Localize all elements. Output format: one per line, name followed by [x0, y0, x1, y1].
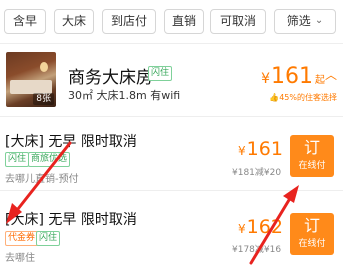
book-button[interactable]: 订 在线付: [290, 135, 334, 177]
filter-chip-bigbed[interactable]: 大床: [54, 9, 94, 34]
rate-price: ¥162: [238, 216, 283, 238]
filter-chip-pay-at-hotel[interactable]: 到店付: [102, 9, 156, 34]
rate-original-price: ¥178减¥16: [232, 245, 282, 255]
filter-chip-direct[interactable]: 直销: [164, 9, 204, 34]
book-button-sublabel: 在线付: [298, 161, 326, 171]
thumbs-up-icon: 👍: [269, 93, 280, 102]
rate-tag: 代金券: [5, 231, 39, 246]
chevron-up-icon[interactable]: ︿: [325, 66, 337, 83]
lamp-illustration: [40, 62, 48, 72]
bed-illustration: [10, 80, 52, 94]
rate-source: 去哪住: [5, 253, 35, 264]
photo-count: 8张: [33, 93, 54, 105]
room-price-value: 161: [271, 64, 313, 89]
room-stat: 👍45%的住客选择: [269, 92, 337, 103]
room-title[interactable]: 商务大床房: [68, 63, 153, 88]
filter-select-button[interactable]: 筛选 ⌄: [274, 9, 336, 34]
room-price: ¥161: [261, 64, 313, 89]
rate-original-price: ¥181减¥20: [232, 168, 282, 178]
currency-symbol: ¥: [261, 71, 270, 87]
price-suffix: 起: [315, 75, 325, 86]
rate-price: ¥161: [238, 138, 283, 160]
rate-price-value: 161: [246, 138, 283, 160]
room-photo[interactable]: 8张: [6, 52, 56, 107]
divider: [0, 190, 343, 191]
rate-tag: 闪住: [36, 231, 61, 246]
room-tag: 闪住: [148, 66, 173, 81]
room-stat-text: 45%的住客选择: [279, 93, 337, 102]
rate-title: [大床] 无早 限时取消: [5, 212, 137, 228]
rate-price-value: 162: [246, 216, 283, 238]
filter-select-label: 筛选: [286, 14, 311, 28]
rate-tag: 商旅优选: [28, 152, 71, 167]
divider: [0, 116, 343, 117]
rate-tag: 闪住: [5, 152, 30, 167]
book-button[interactable]: 订 在线付: [290, 213, 334, 255]
book-button-sublabel: 在线付: [298, 239, 326, 249]
book-button-label: 订: [303, 216, 320, 235]
book-button-label: 订: [303, 138, 320, 157]
currency-symbol: ¥: [238, 144, 246, 158]
chevron-down-icon: ⌄: [314, 15, 324, 26]
divider: [0, 43, 343, 44]
filter-chip-cancelable[interactable]: 可取消: [210, 9, 266, 34]
rate-source: 去哪儿直销-预付: [5, 174, 79, 185]
room-desc: 30㎡ 大床1.8m 有wifi: [68, 89, 181, 102]
filter-chip-breakfast[interactable]: 含早: [4, 9, 46, 34]
filter-bar: 含早 大床 到店付 直销 可取消 筛选 ⌄: [0, 0, 343, 44]
currency-symbol: ¥: [238, 222, 246, 236]
rate-title: [大床] 无早 限时取消: [5, 134, 137, 150]
